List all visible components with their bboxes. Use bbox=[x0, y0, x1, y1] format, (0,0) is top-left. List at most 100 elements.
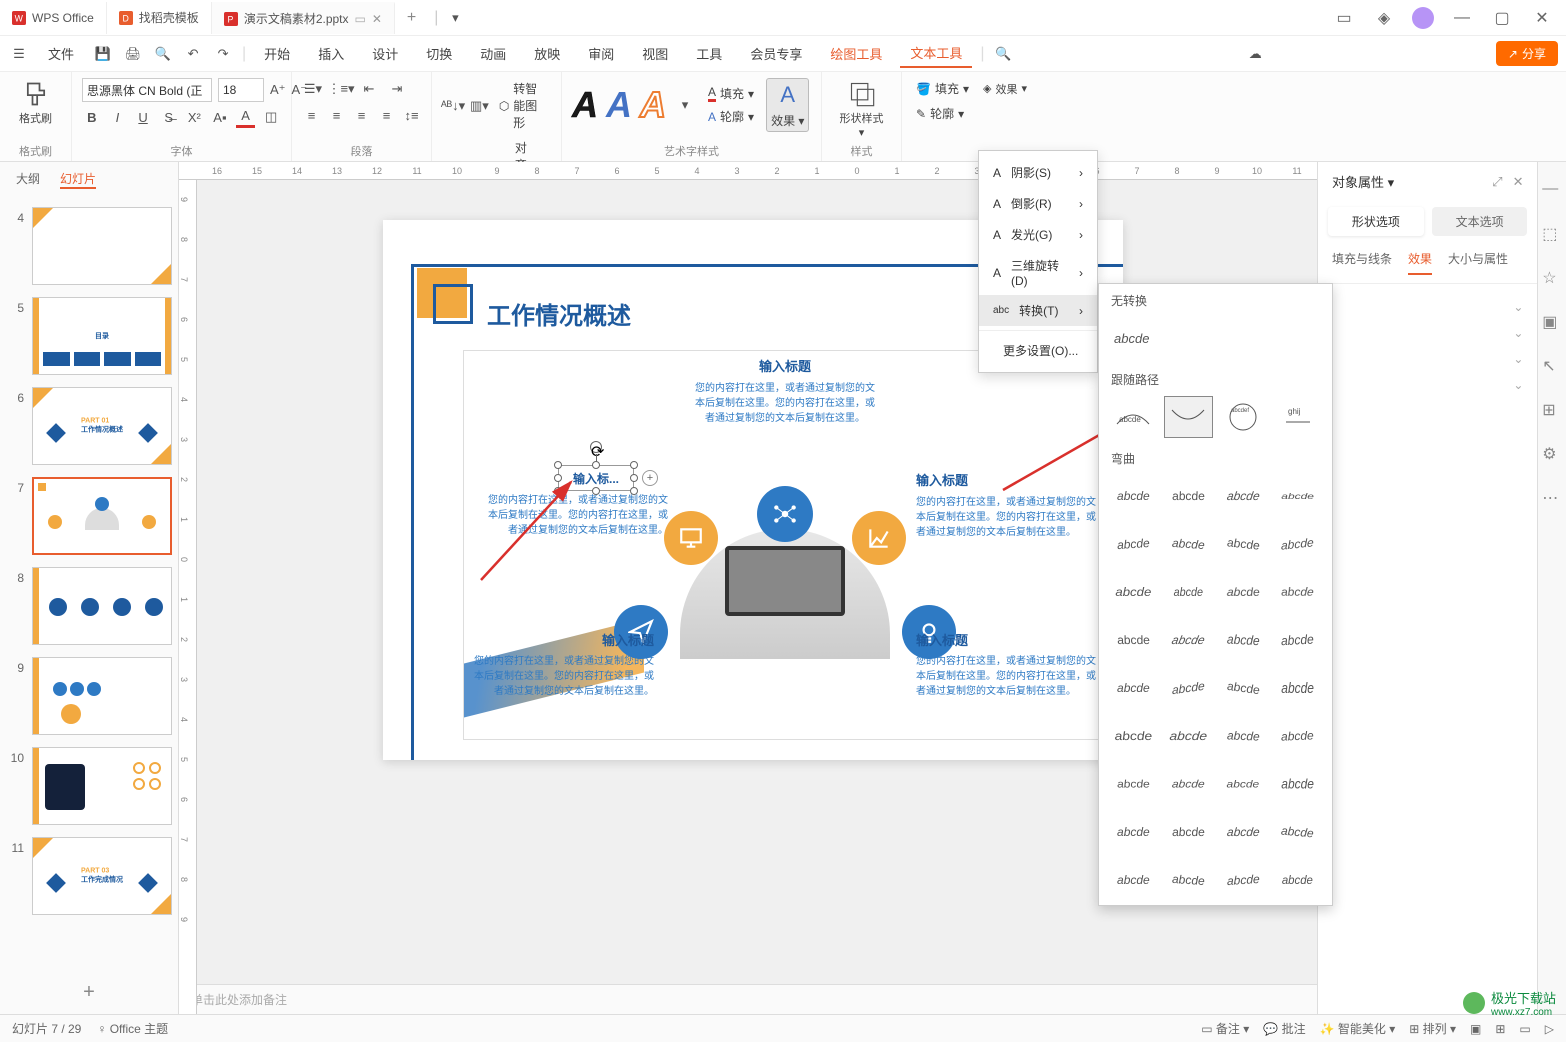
file-menu[interactable]: 文件 bbox=[38, 40, 84, 67]
clear-format-icon[interactable]: ◫ bbox=[261, 106, 281, 128]
preview-icon[interactable]: 🔍 bbox=[152, 43, 174, 65]
prop-row-2[interactable]: ⌄ bbox=[1318, 320, 1537, 346]
undo-icon[interactable]: ↶ bbox=[182, 43, 204, 65]
bold-icon[interactable]: B bbox=[82, 106, 102, 128]
smart-btn[interactable]: ✨ 智能美化 ▾ bbox=[1320, 1020, 1396, 1037]
search-icon[interactable]: 🔍 bbox=[993, 43, 1015, 65]
slide-thumb-4[interactable]: 4 bbox=[4, 205, 174, 287]
maximize-icon[interactable]: ▢ bbox=[1490, 6, 1514, 30]
text-direction-icon[interactable]: ᴬᴮ↓▾ bbox=[442, 95, 464, 117]
view-slideshow-icon[interactable]: ▷ bbox=[1545, 1022, 1554, 1036]
arrange-btn[interactable]: ⊞ 排列 ▾ bbox=[1409, 1020, 1456, 1037]
transform-warp-8[interactable]: abcde bbox=[1273, 523, 1322, 565]
slide-thumb-8[interactable]: 8 bbox=[4, 565, 174, 647]
wordart-style-3[interactable]: A bbox=[640, 84, 666, 126]
comment-btn[interactable]: 💬 批注 bbox=[1263, 1020, 1305, 1037]
menu-icon[interactable]: ☰ bbox=[8, 43, 30, 65]
transform-warp-11[interactable]: abcde bbox=[1219, 571, 1268, 613]
more-icon[interactable]: ⋯ bbox=[1542, 488, 1562, 508]
menu-animation[interactable]: 动画 bbox=[470, 40, 516, 67]
transform-menu-item[interactable]: abc转换(T)› bbox=[979, 295, 1097, 326]
transform-warp-2[interactable]: abcde bbox=[1164, 475, 1213, 517]
transform-path-3[interactable]: abcdef bbox=[1219, 396, 1268, 438]
highlight-icon[interactable]: A▪ bbox=[210, 106, 230, 128]
add-slide-button[interactable]: + bbox=[0, 971, 178, 1014]
transform-warp-36[interactable]: abcde bbox=[1273, 859, 1322, 901]
text-effect-button[interactable]: A 效果 ▾ bbox=[766, 78, 809, 132]
wordart-more-icon[interactable]: ▾ bbox=[674, 94, 696, 116]
transform-none[interactable]: abcde bbox=[1109, 317, 1322, 359]
transform-path-4[interactable]: ghij bbox=[1273, 396, 1322, 438]
align-right-icon[interactable]: ≡ bbox=[352, 104, 371, 126]
transform-warp-15[interactable]: abcde bbox=[1219, 619, 1268, 661]
transform-warp-33[interactable]: abcde bbox=[1109, 859, 1158, 901]
pointer-icon[interactable]: ↖ bbox=[1542, 356, 1562, 376]
app-tab-document[interactable]: P 演示文稿素材2.pptx ▭ ✕ bbox=[212, 2, 395, 34]
prop-row-3[interactable]: ⌄ bbox=[1318, 346, 1537, 372]
transform-path-1[interactable]: abcde bbox=[1109, 396, 1158, 438]
tab-list-icon[interactable]: ▾ bbox=[444, 7, 466, 29]
style-icon[interactable]: ⬚ bbox=[1542, 224, 1562, 244]
transform-warp-16[interactable]: abcde bbox=[1273, 619, 1322, 661]
close-panel-icon[interactable]: ✕ bbox=[1513, 174, 1524, 190]
transform-warp-9[interactable]: abcde bbox=[1109, 571, 1158, 613]
transform-warp-13[interactable]: abcde bbox=[1109, 619, 1158, 661]
menu-view[interactable]: 视图 bbox=[632, 40, 678, 67]
transform-warp-22[interactable]: abcde bbox=[1164, 715, 1213, 757]
transform-warp-3[interactable]: abcde bbox=[1219, 475, 1268, 517]
transform-warp-1[interactable]: abcde bbox=[1109, 475, 1158, 517]
outline-tab[interactable]: 大纲 bbox=[16, 170, 40, 189]
menu-tools[interactable]: 工具 bbox=[686, 40, 732, 67]
wordart-style-1[interactable]: A bbox=[572, 84, 598, 126]
transform-warp-32[interactable]: abcde bbox=[1273, 811, 1322, 853]
menu-transition[interactable]: 切换 bbox=[416, 40, 462, 67]
transform-warp-6[interactable]: abcde bbox=[1164, 523, 1213, 565]
columns-icon[interactable]: ▥▾ bbox=[470, 95, 489, 117]
menu-insert[interactable]: 插入 bbox=[308, 40, 354, 67]
transform-warp-34[interactable]: abcde bbox=[1164, 859, 1213, 901]
transform-path-2[interactable] bbox=[1164, 396, 1213, 438]
prop-row-4[interactable]: ⌄ bbox=[1318, 372, 1537, 398]
view-sorter-icon[interactable]: ⊞ bbox=[1495, 1022, 1505, 1036]
print-icon[interactable]: 🖨 bbox=[122, 43, 144, 65]
wordart-style-2[interactable]: A bbox=[606, 84, 632, 126]
cube-icon[interactable]: ◈ bbox=[1372, 6, 1396, 30]
more-settings-menu-item[interactable]: 更多设置(O)... bbox=[979, 335, 1097, 366]
transform-warp-23[interactable]: abcde bbox=[1219, 715, 1268, 757]
menu-draw-tools[interactable]: 绘图工具 bbox=[820, 40, 892, 67]
pin-icon[interactable]: ⤢ bbox=[1492, 174, 1502, 190]
slide-thumb-7[interactable]: 7 bbox=[4, 475, 174, 557]
cloud-icon[interactable]: ☁ bbox=[1244, 43, 1266, 65]
rotation3d-menu-item[interactable]: A三维旋转(D)› bbox=[979, 250, 1097, 295]
settings-icon[interactable]: ⚙ bbox=[1542, 444, 1562, 464]
indent-inc-icon[interactable]: ⇥ bbox=[386, 78, 408, 100]
align-justify-icon[interactable]: ≡ bbox=[377, 104, 396, 126]
new-tab-button[interactable]: + bbox=[395, 9, 428, 27]
font-name-select[interactable] bbox=[82, 78, 212, 102]
size-subtab[interactable]: 大小与属性 bbox=[1448, 250, 1508, 275]
slide-thumb-5[interactable]: 5目录 bbox=[4, 295, 174, 377]
increase-font-icon[interactable]: A⁺ bbox=[270, 79, 286, 101]
transform-warp-10[interactable]: abcde bbox=[1164, 571, 1213, 613]
underline-icon[interactable]: U bbox=[133, 106, 153, 128]
transform-warp-4[interactable]: abcde bbox=[1273, 475, 1322, 517]
transform-warp-30[interactable]: abcde bbox=[1164, 811, 1213, 853]
notes-area[interactable]: 单击此处添加备注 bbox=[179, 984, 1317, 1014]
notes-btn[interactable]: ▭ 备注 ▾ bbox=[1201, 1020, 1249, 1037]
transform-warp-19[interactable]: abcde bbox=[1219, 667, 1268, 709]
text-options-tab[interactable]: 文本选项 bbox=[1432, 207, 1528, 236]
slides-tab[interactable]: 幻灯片 bbox=[60, 170, 96, 189]
view-reading-icon[interactable]: ▭ bbox=[1519, 1022, 1530, 1036]
shadow-menu-item[interactable]: A阴影(S)› bbox=[979, 157, 1097, 188]
close-tab-icon[interactable]: ✕ bbox=[372, 12, 382, 26]
slide-thumb-11[interactable]: 11PART 03工作完成情况 bbox=[4, 835, 174, 917]
close-window-icon[interactable]: ✕ bbox=[1530, 6, 1554, 30]
box-icon[interactable]: ▭ bbox=[1332, 6, 1356, 30]
indent-dec-icon[interactable]: ⇤ bbox=[358, 78, 380, 100]
app-tab-template[interactable]: D 找稻壳模板 bbox=[107, 2, 212, 34]
numbering-icon[interactable]: ⋮≡▾ bbox=[330, 78, 352, 100]
app-tab-wps[interactable]: W WPS Office bbox=[0, 2, 107, 34]
format-painter-button[interactable]: 格式刷 bbox=[10, 78, 61, 128]
font-size-select[interactable] bbox=[218, 78, 264, 102]
menu-slideshow[interactable]: 放映 bbox=[524, 40, 570, 67]
